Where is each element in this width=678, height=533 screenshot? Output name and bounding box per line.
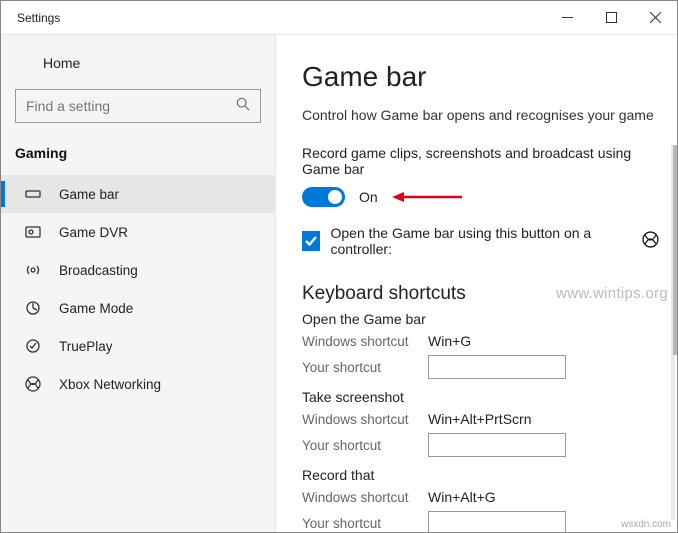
shortcuts-heading: Keyboard shortcuts [302, 283, 659, 305]
toggle-knob [328, 190, 342, 204]
nav-item-game-dvr[interactable]: Game DVR [1, 213, 275, 251]
controller-checkbox-row: Open the Game bar using this button on a… [302, 225, 659, 257]
page-description: Control how Game bar opens and recognise… [302, 107, 659, 123]
nav-label: Game bar [59, 187, 119, 202]
group-open-gamebar: Open the Game bar Windows shortcut Win+G… [302, 311, 659, 379]
gamemode-icon [25, 300, 41, 316]
window-controls [545, 1, 677, 35]
group-record-that: Record that Windows shortcut Win+Alt+G Y… [302, 467, 659, 532]
broadcast-icon [25, 262, 41, 278]
search-input[interactable] [26, 98, 226, 114]
sidebar: Home Gaming Game bar Game DVR Broadcasti… [1, 35, 276, 532]
windows-shortcut-value: Win+G [428, 333, 471, 349]
toggle-label: Record game clips, screenshots and broad… [302, 145, 659, 177]
nav-item-game-mode[interactable]: Game Mode [1, 289, 275, 327]
your-shortcut-input[interactable] [428, 511, 566, 532]
toggle-row: On [302, 187, 659, 207]
your-shortcut-input[interactable] [428, 355, 566, 379]
page-title: Game bar [302, 61, 659, 93]
group-title: Open the Game bar [302, 311, 659, 327]
windows-shortcut-label: Windows shortcut [302, 412, 428, 427]
nav-label: TruePlay [59, 339, 113, 354]
nav-item-broadcasting[interactable]: Broadcasting [1, 251, 275, 289]
xbox-icon [25, 376, 41, 392]
group-title: Record that [302, 467, 659, 483]
dvr-icon [25, 224, 41, 240]
your-shortcut-label: Your shortcut [302, 516, 428, 531]
toggle-state: On [359, 189, 378, 205]
group-take-screenshot: Take screenshot Windows shortcut Win+Alt… [302, 389, 659, 457]
nav-item-trueplay[interactable]: TruePlay [1, 327, 275, 365]
nav-label: Broadcasting [59, 263, 138, 278]
main-panel: Game bar Control how Game bar opens and … [276, 35, 677, 532]
image-credit: wsxdn.com [621, 519, 671, 530]
trueplay-icon [25, 338, 41, 354]
group-title: Take screenshot [302, 389, 659, 405]
controller-checkbox[interactable] [302, 231, 320, 251]
windows-shortcut-label: Windows shortcut [302, 490, 428, 505]
scrollbar-thumb[interactable] [673, 145, 677, 355]
nav-label: Game Mode [59, 301, 133, 316]
your-shortcut-label: Your shortcut [302, 438, 428, 453]
nav-item-game-bar[interactable]: Game bar [1, 175, 275, 213]
nav-item-xbox-networking[interactable]: Xbox Networking [1, 365, 275, 403]
home-label: Home [43, 55, 80, 71]
shortcut-row: Windows shortcut Win+Alt+G [302, 489, 659, 505]
minimize-button[interactable] [545, 1, 589, 35]
nav-label: Xbox Networking [59, 377, 161, 392]
maximize-button[interactable] [589, 1, 633, 35]
windows-shortcut-value: Win+Alt+G [428, 489, 496, 505]
search-box[interactable] [15, 89, 261, 123]
title-bar: Settings [1, 1, 677, 35]
shortcut-row: Your shortcut [302, 433, 659, 457]
category-heading: Gaming [1, 137, 275, 175]
window-title: Settings [1, 11, 545, 25]
shortcut-row: Windows shortcut Win+Alt+PrtScrn [302, 411, 659, 427]
nav-label: Game DVR [59, 225, 128, 240]
nav-list: Game bar Game DVR Broadcasting Game Mode… [1, 175, 275, 403]
controller-checkbox-label: Open the Game bar using this button on a… [330, 225, 632, 257]
xbox-guide-icon [642, 231, 659, 251]
your-shortcut-input[interactable] [428, 433, 566, 457]
shortcut-row: Your shortcut [302, 355, 659, 379]
record-toggle[interactable] [302, 187, 345, 207]
shortcut-row: Windows shortcut Win+G [302, 333, 659, 349]
windows-shortcut-label: Windows shortcut [302, 334, 428, 349]
home-link[interactable]: Home [1, 45, 275, 81]
close-button[interactable] [633, 1, 677, 35]
windows-shortcut-value: Win+Alt+PrtScrn [428, 411, 531, 427]
app-body: Home Gaming Game bar Game DVR Broadcasti… [1, 35, 677, 532]
search-icon [236, 97, 250, 116]
annotation-arrow [392, 190, 462, 204]
gamebar-icon [25, 186, 41, 202]
your-shortcut-label: Your shortcut [302, 360, 428, 375]
shortcut-row: Your shortcut [302, 511, 659, 532]
